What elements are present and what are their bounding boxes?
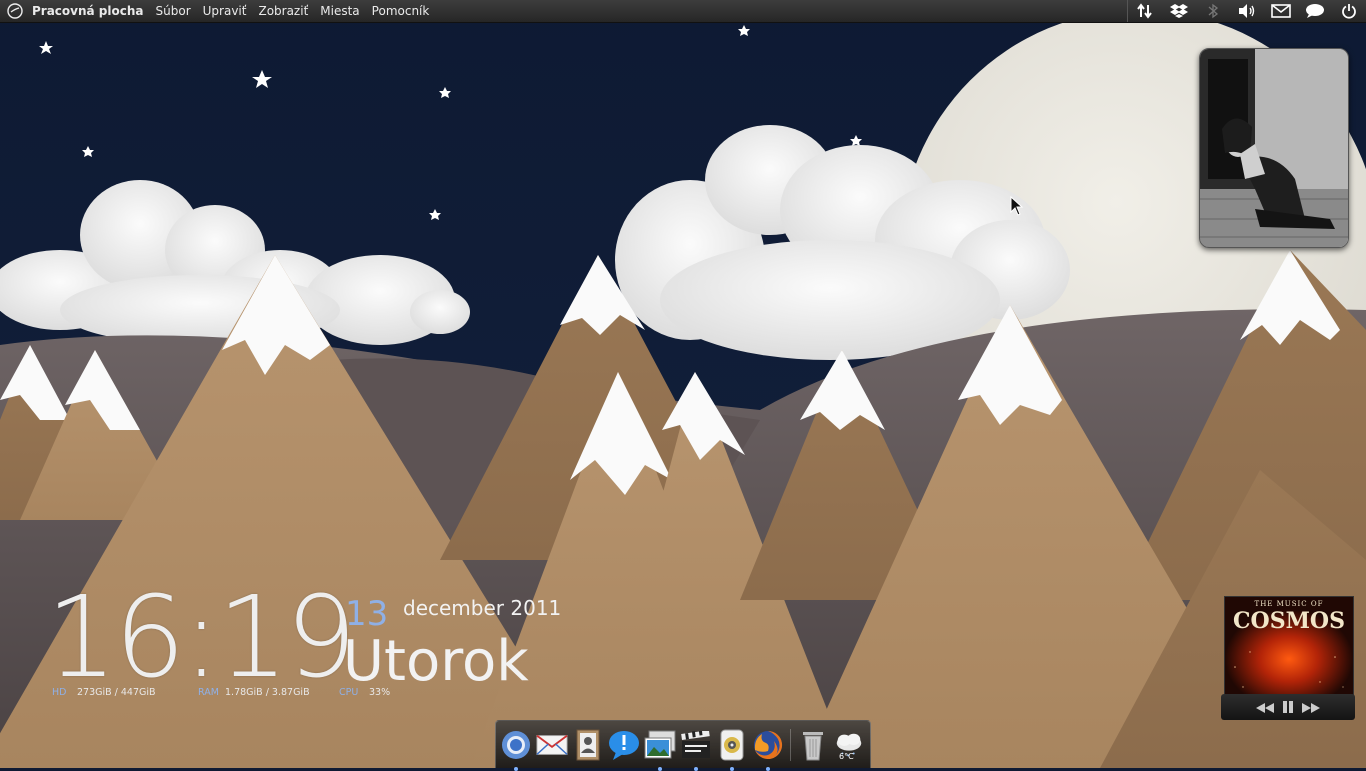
menu-zobrazit[interactable]: Zobraziť: [252, 0, 314, 22]
previous-icon[interactable]: [1256, 698, 1274, 717]
playback-controls: [1221, 694, 1355, 720]
hd-value: 273GiB / 447GiB: [77, 687, 156, 698]
mouse-cursor: [1010, 196, 1024, 216]
power-icon[interactable]: [1332, 0, 1366, 22]
weather-temperature: 6°C: [839, 751, 854, 761]
system-tray: [1127, 0, 1366, 22]
photo-manager-icon[interactable]: [644, 728, 676, 771]
app-menu: Pracovná plocha Súbor Upraviť Zobraziť M…: [32, 0, 435, 22]
volume-icon[interactable]: [1230, 0, 1264, 22]
cpu-value: 33%: [369, 687, 391, 698]
cover-subtitle: THE MUSIC OF: [1254, 600, 1324, 608]
elementary-logo-icon[interactable]: [6, 2, 24, 20]
weather-icon[interactable]: 6°C: [833, 728, 865, 762]
running-indicator: [694, 766, 698, 771]
photo-frame-widget[interactable]: [1199, 48, 1349, 248]
chat-icon[interactable]: [1298, 0, 1332, 22]
firefox-icon[interactable]: [752, 728, 784, 771]
ram-label: RAM: [198, 687, 219, 698]
ram-value: 1.78GiB / 3.87GiB: [225, 687, 310, 698]
app-name[interactable]: Pracovná plocha: [32, 0, 150, 22]
chromium-icon[interactable]: [500, 728, 532, 771]
dropbox-icon[interactable]: [1162, 0, 1196, 22]
messaging-icon[interactable]: [608, 728, 640, 762]
top-panel: Pracovná plocha Súbor Upraviť Zobraziť M…: [0, 0, 1366, 23]
running-indicator: [514, 766, 518, 771]
music-player-widget: THE MUSIC OF COSMOS: [1221, 596, 1355, 724]
cover-title: COSMOS: [1233, 608, 1345, 634]
clock-day: 13: [345, 594, 389, 634]
menu-pomocnik[interactable]: Pomocník: [366, 0, 436, 22]
hd-label: HD: [52, 687, 67, 698]
album-cover[interactable]: THE MUSIC OF COSMOS: [1224, 596, 1354, 698]
running-indicator: [730, 766, 734, 771]
network-transfer-icon[interactable]: [1127, 0, 1162, 22]
menu-subor[interactable]: Súbor: [150, 0, 197, 22]
video-editor-icon[interactable]: [680, 728, 712, 771]
contacts-icon[interactable]: [572, 728, 604, 762]
photo-image: [1200, 49, 1348, 247]
mail-client-icon[interactable]: [536, 728, 568, 762]
next-icon[interactable]: [1302, 698, 1320, 717]
music-player-icon[interactable]: [716, 728, 748, 771]
clock-month-year: december 2011: [403, 596, 562, 620]
running-indicator: [766, 766, 770, 771]
clock-time: 16:19: [46, 573, 357, 703]
menu-miesta[interactable]: Miesta: [314, 0, 365, 22]
bluetooth-icon[interactable]: [1196, 0, 1230, 22]
clock-weekday: Utorok: [343, 629, 529, 694]
mail-icon[interactable]: [1264, 0, 1298, 22]
dock: 6°C: [495, 720, 871, 771]
menu-upravit[interactable]: Upraviť: [197, 0, 253, 22]
dock-separator: [790, 728, 791, 761]
pause-icon[interactable]: [1282, 698, 1294, 717]
cpu-label: CPU: [339, 687, 359, 698]
trash-icon[interactable]: [797, 728, 829, 762]
running-indicator: [658, 766, 662, 771]
